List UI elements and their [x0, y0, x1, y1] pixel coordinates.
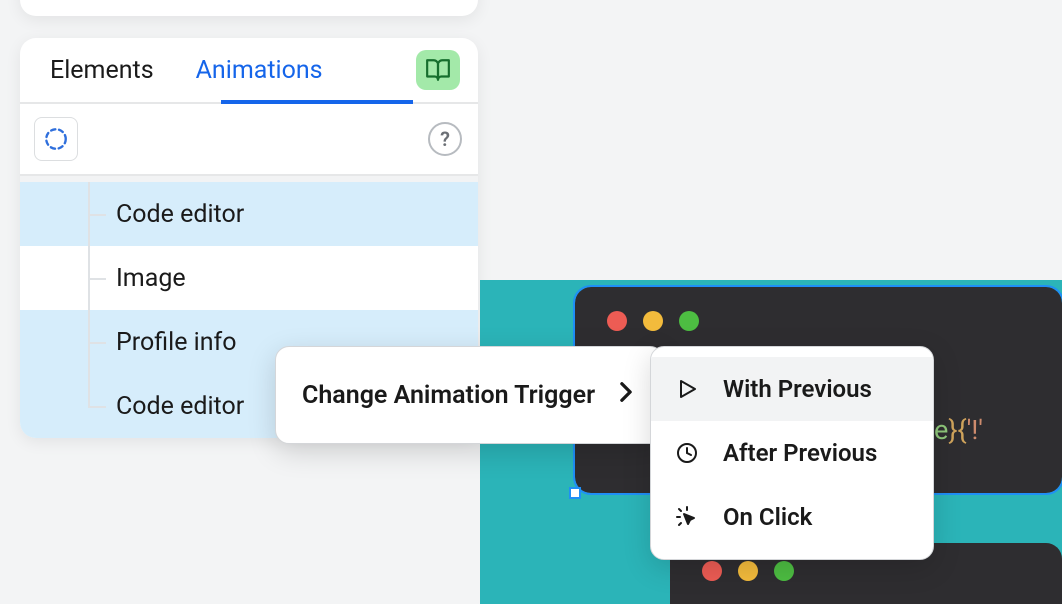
- traffic-zoom-icon: [774, 561, 794, 581]
- context-menu: Change Animation Trigger: [275, 346, 664, 444]
- traffic-minimize-icon: [643, 311, 663, 331]
- question-mark-icon: ?: [440, 127, 450, 151]
- click-icon: [673, 505, 701, 529]
- help-button[interactable]: ?: [428, 122, 462, 156]
- trigger-option-label: With Previous: [723, 375, 872, 403]
- menu-item-label: Change Animation Trigger: [302, 381, 595, 410]
- code-brace: }{: [948, 414, 966, 446]
- trigger-option-with-previous[interactable]: With Previous: [651, 357, 933, 421]
- tree-line: [88, 374, 90, 406]
- window-traffic-lights: [575, 287, 1062, 331]
- anim-item-code-editor-1[interactable]: Code editor: [20, 182, 478, 246]
- tree-line: [88, 342, 106, 344]
- anim-item-image[interactable]: Image: [20, 246, 478, 310]
- play-icon: [673, 377, 701, 401]
- tab-elements[interactable]: Elements: [50, 56, 154, 85]
- menu-change-animation-trigger[interactable]: Change Animation Trigger: [284, 355, 655, 435]
- tab-animations[interactable]: Animations: [196, 56, 323, 85]
- chevron-right-icon: [619, 381, 633, 410]
- docs-button[interactable]: [416, 50, 460, 90]
- code-string: '!': [967, 414, 983, 446]
- traffic-close-icon: [607, 311, 627, 331]
- trigger-submenu: With Previous After Previous On Click: [650, 346, 934, 560]
- blank-animation-button[interactable]: [34, 117, 78, 161]
- panel-toolbar: ?: [20, 104, 478, 176]
- traffic-minimize-icon: [738, 561, 758, 581]
- traffic-zoom-icon: [679, 311, 699, 331]
- panel-tabs: Elements Animations: [20, 38, 478, 104]
- anim-item-label: Profile info: [116, 328, 236, 357]
- tree-line: [88, 214, 106, 216]
- trigger-option-after-previous[interactable]: After Previous: [651, 421, 933, 485]
- panel-above: [20, 0, 478, 16]
- anim-item-label: Code editor: [116, 392, 244, 421]
- tree-line: [88, 406, 106, 408]
- anim-item-label: Code editor: [116, 200, 244, 229]
- clock-icon: [673, 441, 701, 465]
- code-snippet: e}{'!': [934, 414, 983, 446]
- trigger-option-label: On Click: [723, 503, 812, 531]
- code-ident: e: [934, 414, 948, 446]
- trigger-option-on-click[interactable]: On Click: [651, 485, 933, 549]
- dashed-circle-icon: [43, 126, 69, 152]
- traffic-close-icon: [702, 561, 722, 581]
- book-open-icon: [425, 57, 451, 83]
- tree-line: [88, 278, 106, 280]
- selection-handle[interactable]: [569, 487, 581, 499]
- trigger-option-label: After Previous: [723, 439, 877, 467]
- tab-underline: [221, 100, 413, 104]
- anim-item-label: Image: [116, 264, 186, 293]
